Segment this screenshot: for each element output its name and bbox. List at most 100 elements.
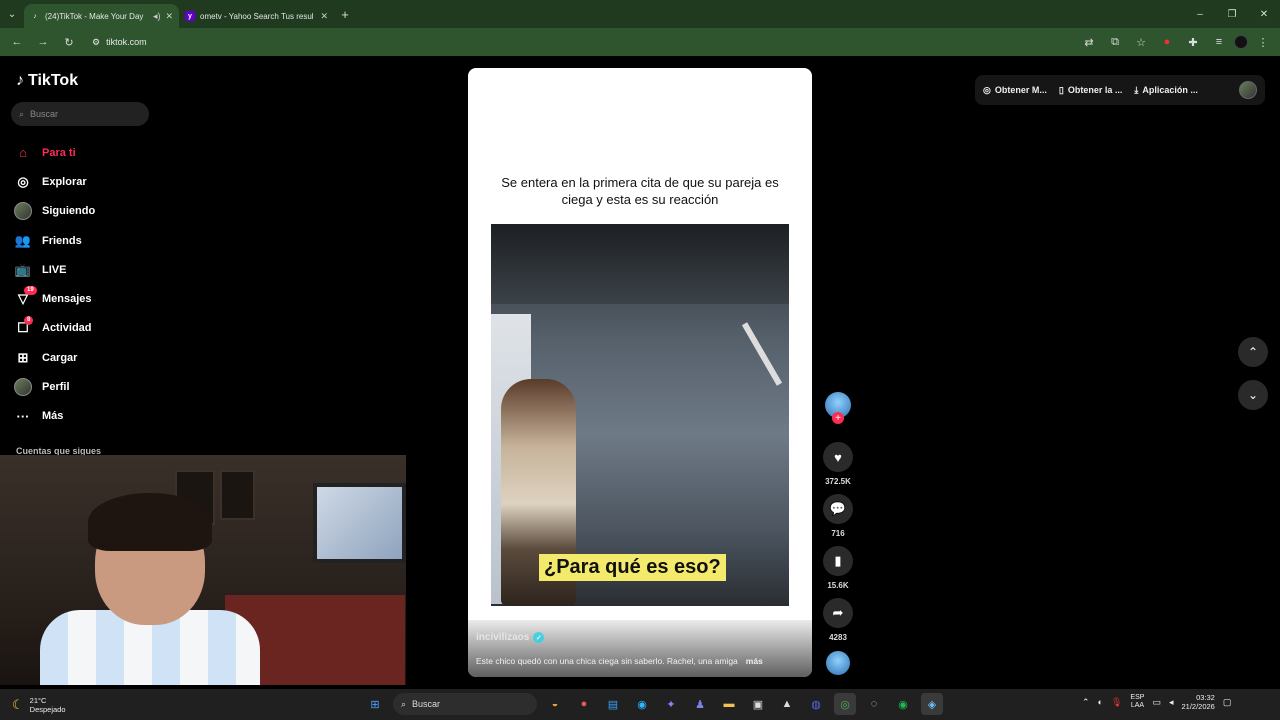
copilot-icon[interactable]: ✦ — [660, 693, 682, 715]
video-player[interactable]: Se entera en la primera cita de que su p… — [468, 68, 812, 677]
close-window-icon[interactable]: ✕ — [1248, 9, 1280, 20]
media-control-icon[interactable]: ≡ — [1208, 31, 1230, 53]
menu-dots-icon[interactable]: ⋮ — [1252, 31, 1274, 53]
reload-icon[interactable]: ↻ — [58, 31, 80, 53]
close-tab-icon[interactable]: ✕ — [320, 11, 328, 22]
video-footer — [468, 620, 812, 677]
network-icon[interactable]: ▭ — [1152, 697, 1161, 708]
extension-icon[interactable]: ● — [1156, 31, 1178, 53]
browser-toolbar: ← → ↻ ⚙ tiktok.com ⇄ ⧉ ☆ ● ✚ ≡ ⋮ — [0, 28, 1280, 56]
weather-widget[interactable]: ☾ 21°C Despejado — [0, 696, 200, 714]
share-button[interactable]: ➦ 4283 — [822, 598, 854, 642]
live-icon: 📺 — [14, 261, 32, 277]
yahoo-favicon-icon: y — [185, 11, 195, 21]
time: 03:32 — [1196, 693, 1215, 702]
sidebar-item-perfil[interactable]: Perfil — [14, 372, 164, 401]
download-icon: ⤓ — [1134, 84, 1139, 95]
like-count: 372.5K — [825, 477, 851, 486]
user-avatar[interactable] — [1239, 81, 1257, 99]
sidebar-item-label: Siguiendo — [42, 205, 96, 218]
video-description: Este chico quedó con una chica ciega sin… — [476, 656, 806, 666]
volume-icon[interactable]: ◂ — [1169, 697, 1174, 708]
search-placeholder: Buscar — [30, 109, 59, 119]
creator-avatar[interactable]: + — [825, 392, 851, 424]
file-explorer-icon[interactable]: ▬ — [718, 693, 740, 715]
windows-start-icon[interactable]: ⊞ — [364, 693, 386, 715]
edge-icon[interactable]: ◉ — [631, 693, 653, 715]
browser-tabbar: ⌄ ♪ (24)TikTok - Make Your Day ◂) ✕ y om… — [0, 0, 1280, 28]
widgets-icon[interactable]: ◒ — [544, 693, 566, 715]
get-coins-button[interactable]: ◎ Obtener M... — [983, 85, 1047, 96]
tiktok-favicon-icon: ♪ — [33, 12, 37, 20]
install-icon[interactable]: ⧉ — [1104, 31, 1126, 53]
background-tv — [313, 483, 406, 563]
sidebar-item-para-ti[interactable]: ⌂ Para ti — [14, 138, 164, 167]
epic-games-icon[interactable]: ▣ — [747, 693, 769, 715]
sidebar-item-live[interactable]: 📺 LIVE — [14, 255, 164, 284]
notepad-icon[interactable]: ▤ — [602, 693, 624, 715]
search-icon: ⌕ — [19, 108, 25, 119]
get-coins-label: Obtener M... — [994, 85, 1047, 95]
spotify-icon[interactable]: ◉ — [892, 693, 914, 715]
teams-icon[interactable]: ♟ — [689, 693, 711, 715]
search-input[interactable]: ⌕ Buscar — [11, 102, 149, 126]
sidebar-item-explorar[interactable]: ◎ Explorar — [14, 167, 164, 196]
chrome-icon[interactable]: ◎ — [834, 693, 856, 715]
close-tab-icon[interactable]: ✕ — [165, 11, 173, 22]
tab-yahoo[interactable]: y ometv - Yahoo Search Tus resul ✕ — [179, 4, 334, 28]
like-button[interactable]: ♥ 372.5K — [822, 442, 854, 486]
follow-plus-icon[interactable]: + — [832, 412, 844, 424]
translate-icon[interactable]: ⇄ — [1078, 31, 1100, 53]
ea-app-icon[interactable]: ● — [573, 693, 595, 715]
url-text: tiktok.com — [106, 37, 147, 47]
tab-search-icon[interactable]: ⌄ — [0, 0, 24, 28]
sidebar-item-cargar[interactable]: ⊞ Cargar — [14, 343, 164, 372]
sidebar-item-siguiendo[interactable]: Siguiendo — [14, 197, 164, 226]
clock[interactable]: 03:32 21/2/2026 — [1181, 693, 1214, 711]
friends-icon: 👥 — [14, 232, 32, 248]
more-link[interactable]: más — [746, 656, 763, 666]
tray-app-icon[interactable]: ◐ — [1098, 697, 1103, 707]
date: 21/2/2026 — [1181, 702, 1215, 711]
notifications-icon[interactable]: ▢ — [1223, 697, 1232, 708]
new-tab-button[interactable]: + — [334, 7, 356, 22]
sidebar-item-friends[interactable]: 👥 Friends — [14, 226, 164, 255]
maximize-icon[interactable]: ❐ — [1216, 9, 1248, 20]
profile-avatar[interactable] — [1234, 35, 1248, 49]
video-author[interactable]: incivilizaos ✓ — [476, 632, 545, 643]
back-icon[interactable]: ← — [6, 31, 28, 53]
music-disc-icon[interactable] — [826, 651, 850, 675]
microphone-icon[interactable]: 🎙 — [1111, 697, 1122, 708]
site-info-icon[interactable]: ⚙ — [92, 37, 100, 48]
bookmark-star-icon[interactable]: ☆ — [1130, 31, 1152, 53]
sidebar-item-label: LIVE — [42, 263, 67, 276]
taskbar-search[interactable]: ⌕ Buscar — [393, 693, 537, 715]
tab-tiktok[interactable]: ♪ (24)TikTok - Make Your Day ◂) ✕ — [24, 4, 179, 28]
temperature: 21°C — [29, 695, 47, 705]
desktop-app-button[interactable]: ⤓ Aplicación ... — [1134, 85, 1198, 96]
audio-icon[interactable]: ◂) — [153, 11, 161, 22]
app-triangle-icon[interactable]: ▲ — [776, 693, 798, 715]
tiktok-logo[interactable]: ♪ TikTok — [16, 72, 78, 90]
steam-icon[interactable]: ◈ — [921, 693, 943, 715]
sidebar-item-mensajes[interactable]: ▽ 19 Mensajes — [14, 284, 164, 313]
video-caption: Se entera en la primera cita de que su p… — [501, 175, 779, 207]
obs-icon[interactable]: ◌ — [863, 693, 885, 715]
extensions-puzzle-icon[interactable]: ✚ — [1182, 31, 1204, 53]
sidebar-item-actividad[interactable]: ☐ 8 Actividad — [14, 314, 164, 343]
tray-overflow-icon[interactable]: ⌃ — [1082, 697, 1090, 708]
sidebar-item-label: Explorar — [42, 175, 87, 188]
minimize-icon[interactable]: – — [1184, 9, 1216, 20]
address-bar[interactable]: ⚙ tiktok.com — [84, 31, 1074, 53]
language-indicator[interactable]: ESP LAA — [1130, 694, 1144, 710]
next-video-button[interactable]: ⌄ — [1238, 380, 1268, 410]
comment-button[interactable]: 💬 716 — [822, 494, 854, 538]
sidebar-item-mas[interactable]: ··· Más — [14, 402, 164, 431]
forward-icon[interactable]: → — [32, 31, 54, 53]
weather-condition: Despejado — [29, 704, 66, 714]
discord-icon[interactable]: ◍ — [805, 693, 827, 715]
get-app-button[interactable]: ▯ Obtener la ... — [1059, 85, 1122, 96]
previous-video-button[interactable]: ⌃ — [1238, 337, 1268, 367]
clip-ceiling — [491, 224, 789, 304]
save-button[interactable]: ▮ 15.6K — [822, 546, 854, 590]
